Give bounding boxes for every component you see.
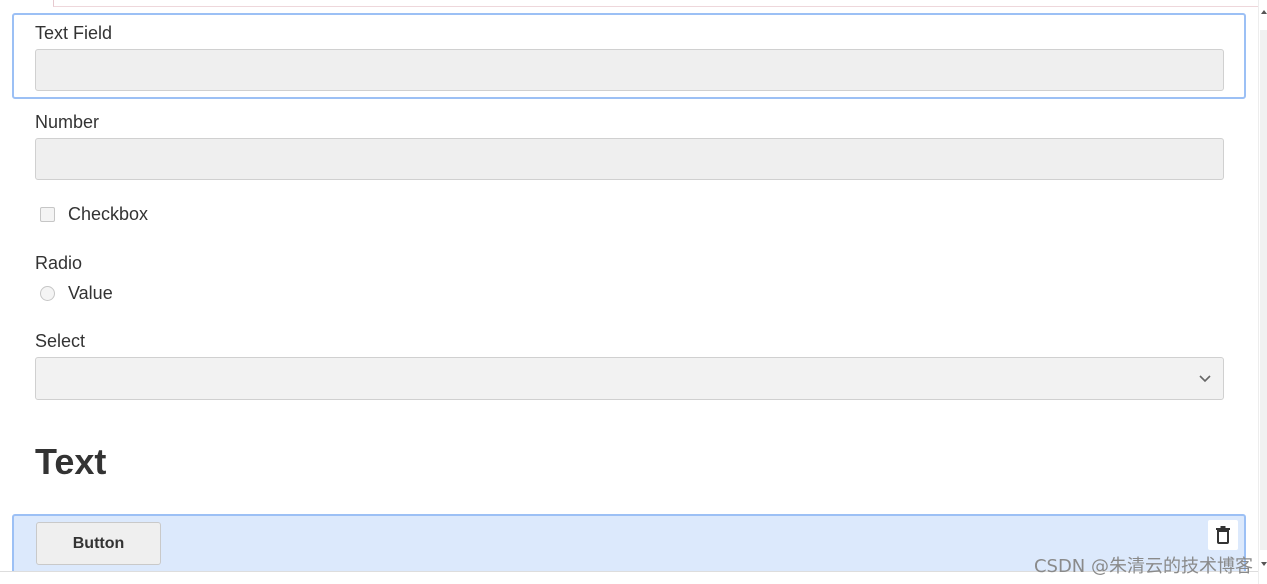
trash-icon (1216, 526, 1230, 544)
radio-input[interactable] (40, 286, 55, 301)
checkbox-component[interactable]: Checkbox (40, 204, 148, 225)
form-builder-canvas: Text Field Number Checkbox Radio Value S… (0, 0, 1267, 584)
number-component[interactable]: Number (35, 111, 1224, 180)
radio-option[interactable]: Value (40, 283, 113, 304)
radio-component[interactable]: Radio (35, 252, 1224, 274)
select-component[interactable]: Select (35, 330, 1224, 352)
radio-option-label: Value (68, 283, 113, 303)
chevron-down-icon (1199, 375, 1211, 383)
select-label: Select (35, 331, 86, 351)
checkbox-input[interactable] (40, 207, 55, 222)
text-field-label: Text Field (35, 23, 113, 43)
scroll-up-icon[interactable] (1261, 8, 1267, 16)
action-button[interactable]: Button (36, 522, 161, 565)
scroll-down-icon[interactable] (1261, 560, 1267, 568)
number-label: Number (35, 112, 100, 132)
select-dropdown[interactable] (35, 357, 1224, 400)
radio-label: Radio (35, 253, 83, 273)
delete-component-button[interactable] (1208, 520, 1238, 550)
text-heading: Text (35, 441, 107, 482)
checkbox-label: Checkbox (68, 204, 149, 224)
number-input[interactable] (35, 138, 1224, 180)
scrollbar-thumb[interactable] (1260, 30, 1267, 550)
previous-element-edge (53, 0, 1258, 7)
text-field-input[interactable] (35, 49, 1224, 91)
watermark: CSDN @朱清云的技术博客 (1033, 556, 1253, 577)
text-field-component[interactable]: Text Field (35, 22, 1224, 91)
